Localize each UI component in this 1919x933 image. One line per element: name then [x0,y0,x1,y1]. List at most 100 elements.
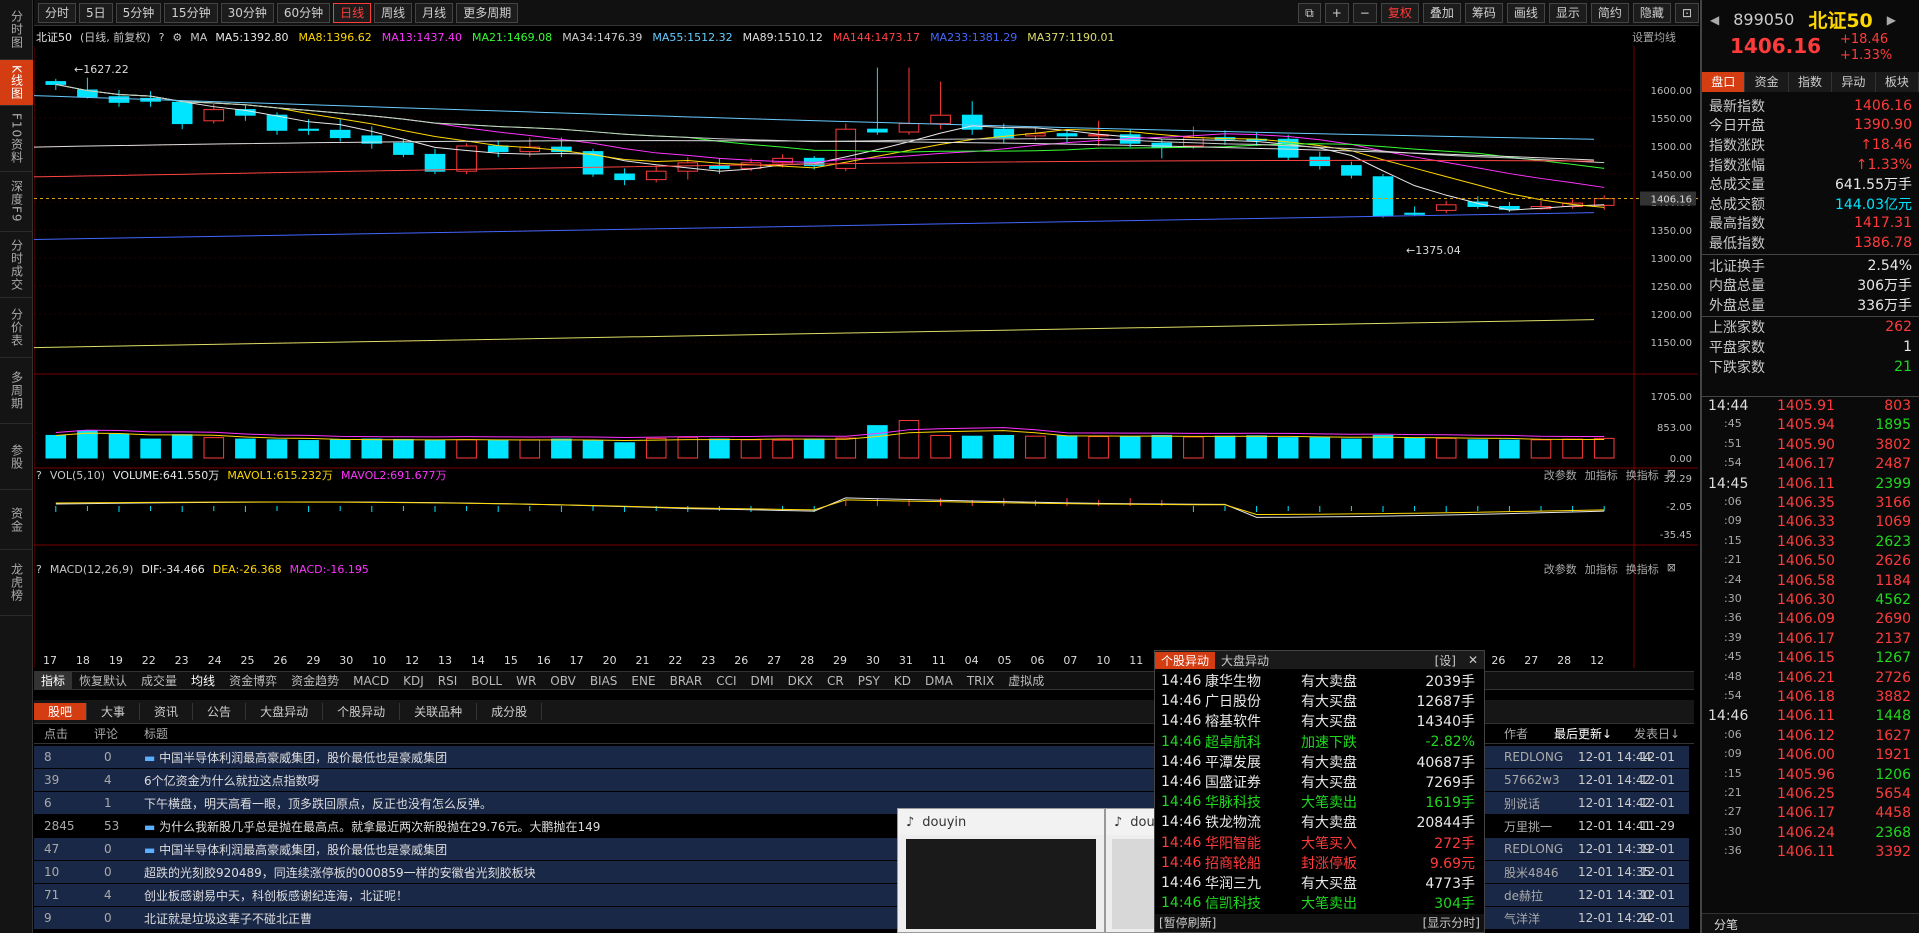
news-author[interactable]: 57662w3 [1504,773,1576,787]
indicator-tab[interactable]: CR [820,674,851,688]
news-author[interactable]: 万里挑一 [1504,818,1576,835]
next-icon[interactable]: ▶ [1887,13,1896,27]
alert-row[interactable]: 14:46 康华生物 有大卖盘 2039手 [1155,671,1484,691]
news-title[interactable]: 北证就是垃圾这辈子不碰北正曹 [144,912,312,926]
quote-tab[interactable]: 指数 [1789,72,1833,92]
quote-tab[interactable]: 资金 [1745,72,1789,92]
indicator-tab[interactable]: DMA [918,674,960,688]
indicator-tab[interactable]: 资金趋势 [284,672,346,689]
indicator-button[interactable]: 加指标 [1585,561,1618,577]
news-title[interactable]: 超跌的光刻胶920489，同连续涨停板的000859一样的安徽省光刻胶板块 [144,866,536,880]
zoom-out-icon[interactable]: − [1352,3,1377,23]
fullscreen-icon[interactable]: ⊡ [1674,3,1699,23]
indicator-tab[interactable]: 虚拟成 [1001,672,1051,689]
indicator-tab[interactable]: KDJ [396,674,431,688]
indicator-tab[interactable]: MACD [346,674,396,688]
col-title[interactable]: 标题 [144,725,168,742]
period-button[interactable]: 60分钟 [276,2,331,23]
indicator-tab[interactable]: 资金博弈 [222,672,284,689]
indicator-tab[interactable]: RSI [431,674,465,688]
left-nav-item[interactable]: 资金 [0,490,33,550]
alert-stock[interactable]: 平潭发展 [1205,752,1301,772]
news-author[interactable]: REDLONG [1504,750,1576,764]
alert-stock[interactable]: 信凯科技 [1205,893,1301,913]
period-button[interactable]: 分时 [38,2,77,23]
alert-row[interactable]: 14:46 榕基软件 有大买盘 14340手 [1155,711,1484,731]
indicator-tab[interactable]: DKX [781,674,820,688]
period-button[interactable]: 30分钟 [220,2,274,23]
alert-stock[interactable]: 康华生物 [1205,671,1301,691]
tab-stock-alert[interactable]: 个股异动 [1155,651,1216,669]
news-title[interactable]: 创业板感谢易中天，科创板感谢纪连海，北证呢！ [144,889,408,903]
news-title[interactable]: 中国半导体利润最高豪威集团，股价最低也是豪威集团 [159,751,447,765]
alert-row[interactable]: 14:46 招商轮船 封涨停板 9.69元 [1155,853,1484,873]
indicator-tab[interactable]: BIAS [583,674,625,688]
alert-settings-button[interactable]: [设] [1429,652,1462,669]
indicator-tab[interactable]: KD [887,674,918,688]
indicator-tab[interactable]: DMI [744,674,781,688]
news-author[interactable]: REDLONG [1504,842,1576,856]
indicator-tab[interactable]: BOLL [464,674,509,688]
period-button[interactable]: 15分钟 [164,2,218,23]
news-tab[interactable]: 大事 [87,703,141,720]
alert-stock[interactable]: 榕基软件 [1205,711,1301,731]
news-tab[interactable]: 资讯 [140,703,194,720]
settings-icon[interactable]: ⚙ [172,31,182,44]
news-author[interactable]: 别说话 [1504,795,1576,812]
indicator-tab[interactable]: CCI [709,674,743,688]
alert-row[interactable]: 14:46 国盛证券 有大买盘 7269手 [1155,772,1484,792]
indicator-tab[interactable]: PSY [851,674,887,688]
news-tab[interactable]: 成分股 [477,703,543,720]
alert-stock[interactable]: 华阳智能 [1205,833,1301,853]
indicator-button[interactable]: 改参数 [1544,467,1577,483]
left-nav-item[interactable]: 分时成交 [0,232,33,298]
alert-stock[interactable]: 铁龙物流 [1205,812,1301,832]
alert-row[interactable]: 14:46 信凯科技 大笔卖出 304手 [1155,893,1484,913]
news-title[interactable]: 中国半导体利润最高豪威集团，股价最低也是豪威集团 [159,843,447,857]
left-nav-item[interactable]: K线图 [0,60,33,106]
close-icon[interactable]: ✕ [1462,653,1484,667]
toolbar-button[interactable]: 叠加 [1422,3,1461,23]
left-nav-item[interactable]: 分价表 [0,298,33,358]
indicator-tab[interactable]: TRIX [960,674,1001,688]
help-icon[interactable]: ? [36,469,42,482]
alert-stock[interactable]: 广日股份 [1205,691,1301,711]
left-nav-item[interactable]: 分时图 [0,0,33,60]
indicator-button[interactable]: 改参数 [1544,561,1577,577]
indicator-tab[interactable]: 均线 [184,672,222,689]
alert-stock[interactable]: 招商轮船 [1205,853,1301,873]
ma-settings-button[interactable]: 设置均线 [1632,29,1676,45]
pause-refresh-button[interactable]: [暂停刷新] [1159,914,1216,932]
news-tab[interactable]: 关联品种 [400,703,478,720]
news-tab[interactable]: 大盘异动 [246,703,324,720]
alert-stock[interactable]: 华脉科技 [1205,792,1301,812]
zoom-in-icon[interactable]: + [1324,3,1349,23]
left-nav-item[interactable]: 多周期 [0,358,33,424]
news-tab[interactable]: 股吧 [34,703,88,720]
indicator-tab[interactable]: 成交量 [134,672,184,689]
ticks-tab[interactable]: 分笔 [1714,916,1738,933]
left-nav-item[interactable]: 龙虎榜 [0,550,33,616]
show-timeshare-button[interactable]: [显示分时] [1423,914,1480,932]
left-nav-item[interactable]: 参股 [0,424,33,490]
col-comments[interactable]: 评论 [74,725,144,742]
alert-row[interactable]: 14:46 平潭发展 有大卖盘 40687手 [1155,752,1484,772]
period-button[interactable]: 周线 [374,2,413,23]
indicator-tab[interactable]: BRAR [663,674,710,688]
left-nav-item[interactable]: F10资料 [0,106,33,172]
left-nav-item[interactable]: 深度F9 [0,172,33,232]
alert-row[interactable]: 14:46 超卓航科 加速下跌 -2.82% [1155,732,1484,752]
window-icon[interactable]: ⧉ [1298,3,1321,23]
news-author[interactable]: 股米4846 [1504,864,1576,881]
prev-icon[interactable]: ◀ [1710,13,1719,27]
quote-tab[interactable]: 异动 [1832,72,1876,92]
indicator-tab[interactable]: ENE [624,674,662,688]
toolbar-button[interactable]: 复权 [1380,3,1419,23]
indicator-button[interactable]: 换指标 [1626,561,1659,577]
quote-tab[interactable]: 板块 [1876,72,1919,92]
period-button[interactable]: 更多周期 [456,2,519,23]
alert-stock[interactable]: 国盛证券 [1205,772,1301,792]
quote-tab[interactable]: 盘口 [1702,72,1746,92]
news-title[interactable]: 下午横盘，明天高看一眼，顶多跌回原点，反正也没有怎么反弹。 [144,797,492,811]
indicator-button[interactable]: 换指标 [1626,467,1659,483]
